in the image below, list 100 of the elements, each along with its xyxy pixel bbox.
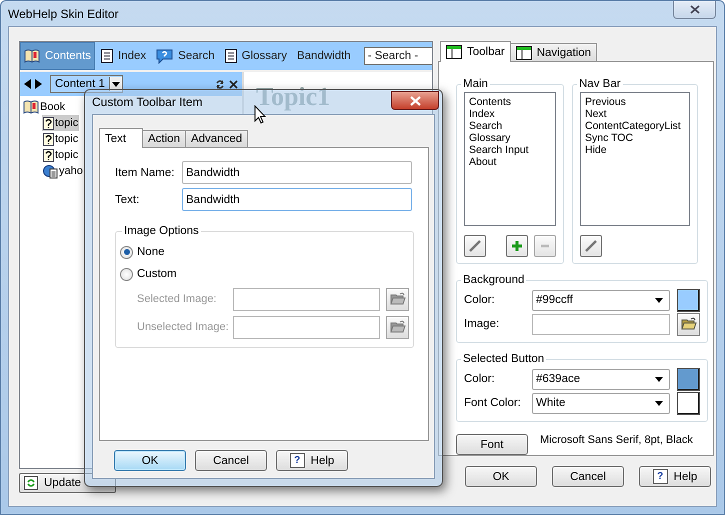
color-swatch[interactable] — [677, 288, 700, 312]
help-nav-item[interactable]: Index — [98, 43, 150, 69]
pencil-icon — [468, 239, 482, 253]
list-item[interactable]: Index — [469, 108, 551, 120]
help-nav-item[interactable]: Glossary — [222, 43, 290, 69]
color-dropdown[interactable]: #639ace — [532, 368, 670, 390]
image-field[interactable] — [532, 314, 670, 334]
color-swatch[interactable] — [677, 368, 700, 390]
help-icon: ? — [290, 453, 305, 468]
tree-item[interactable]: topic — [42, 147, 80, 163]
back-arrow-icon[interactable] — [24, 79, 31, 89]
browse-button[interactable] — [386, 316, 409, 338]
folder-icon — [390, 292, 406, 306]
radio-button[interactable] — [120, 268, 133, 280]
help-button[interactable]: ? Help — [639, 466, 711, 487]
text-field[interactable]: Bandwidth — [182, 188, 412, 211]
help-nav-item[interactable]: Search — [153, 43, 218, 69]
globe-page-icon — [43, 164, 58, 178]
topic-heading: Topic1 — [256, 82, 330, 112]
list-item[interactable]: Hide — [585, 144, 685, 156]
group-title: Image Options — [123, 225, 200, 237]
image-path-field[interactable] — [233, 288, 380, 310]
close-icon[interactable] — [229, 80, 238, 88]
font-description: Microsoft Sans Serif, 8pt, Black — [540, 434, 693, 446]
radio-button[interactable] — [120, 246, 133, 258]
refresh-icon — [24, 476, 38, 490]
list-item[interactable]: Search — [469, 120, 551, 132]
dialog-tab[interactable]: Advanced — [184, 130, 248, 147]
help-icon: ? — [652, 469, 668, 484]
help-topic-icon — [43, 148, 54, 162]
content-dropdown[interactable]: Content 1 — [50, 75, 123, 93]
group-title: Selected Button — [462, 353, 546, 365]
field-label: Item Name: — [115, 166, 176, 178]
cancel-button[interactable]: Cancel — [195, 450, 267, 471]
color-dropdown[interactable]: #99ccff — [532, 290, 670, 310]
close-button[interactable] — [673, 1, 716, 19]
group-title: Nav Bar — [578, 78, 622, 90]
book-icon — [24, 49, 40, 63]
font-button[interactable]: Font — [456, 434, 528, 455]
settings-tab[interactable]: Toolbar — [440, 41, 511, 62]
sync-icon[interactable] — [215, 78, 225, 90]
radio-option[interactable]: None — [120, 241, 164, 263]
ok-button[interactable]: OK — [465, 466, 537, 487]
dropdown-arrow-icon — [112, 82, 120, 86]
help-topic-icon — [43, 132, 54, 146]
book-icon — [23, 100, 39, 114]
list-item[interactable]: Next — [585, 108, 685, 120]
tree-item[interactable]: yaho — [42, 163, 84, 179]
help-button[interactable]: ? Help — [276, 450, 348, 471]
field-label: Selected Image: — [137, 293, 218, 305]
folder-icon — [680, 317, 696, 331]
field-label: Color: — [464, 373, 496, 385]
group-title: Background — [462, 274, 526, 286]
color-swatch[interactable] — [677, 392, 700, 414]
settings-tab[interactable]: Navigation — [510, 43, 598, 61]
forward-arrow-icon[interactable] — [35, 79, 42, 89]
list-item[interactable]: Previous — [585, 96, 685, 108]
dialog-tab[interactable]: Text — [99, 128, 143, 148]
speech-bubble-icon — [156, 48, 174, 64]
cancel-button[interactable]: Cancel — [552, 466, 624, 487]
edit-button[interactable] — [464, 235, 486, 257]
layout-icon — [446, 45, 462, 59]
field-label: Unselected Image: — [137, 321, 230, 333]
plus-icon — [511, 240, 523, 252]
help-nav-item[interactable]: Bandwidth — [294, 43, 354, 69]
ok-button[interactable]: OK — [114, 450, 186, 471]
dropdown-arrow-icon — [655, 376, 663, 382]
list-item[interactable]: About — [469, 156, 551, 168]
tree-item[interactable]: Book — [22, 99, 66, 115]
search-field[interactable]: - Search - — [364, 47, 432, 65]
radio-option[interactable]: Custom — [120, 263, 177, 285]
field-label: Color: — [464, 294, 496, 306]
list-item[interactable]: ContentCategoryList — [585, 120, 685, 132]
page-icon — [224, 49, 237, 63]
image-path-field[interactable] — [233, 316, 380, 338]
field-label: Font Color: — [464, 397, 522, 409]
browse-button[interactable] — [386, 288, 409, 310]
add-button[interactable] — [506, 235, 528, 257]
group-title: Main — [462, 78, 489, 90]
folder-icon — [390, 320, 406, 334]
dropdown-arrow-icon — [655, 400, 663, 406]
window-title: WebHelp Skin Editor — [8, 6, 118, 22]
dialog-title: Custom Toolbar Item — [92, 94, 202, 111]
browse-button[interactable] — [677, 312, 700, 336]
list-item[interactable]: Search Input — [469, 144, 551, 156]
field-label: Text: — [115, 194, 140, 206]
help-topic-icon — [43, 116, 54, 130]
close-button[interactable] — [391, 91, 439, 110]
field-label: Image: — [464, 318, 500, 330]
page-icon — [101, 49, 114, 63]
edit-button[interactable] — [580, 235, 602, 257]
list-item[interactable]: Sync TOC — [585, 132, 685, 144]
tree-item[interactable]: topic — [42, 131, 80, 147]
update-button[interactable]: Update — [19, 473, 116, 493]
list-item[interactable]: Glossary — [469, 132, 551, 144]
text-field[interactable]: Bandwidth — [182, 161, 412, 184]
dialog-tab[interactable]: Action — [142, 130, 186, 147]
color-dropdown[interactable]: White — [532, 392, 670, 414]
list-item[interactable]: Contents — [469, 96, 551, 108]
tree-item[interactable]: topic — [42, 115, 80, 131]
